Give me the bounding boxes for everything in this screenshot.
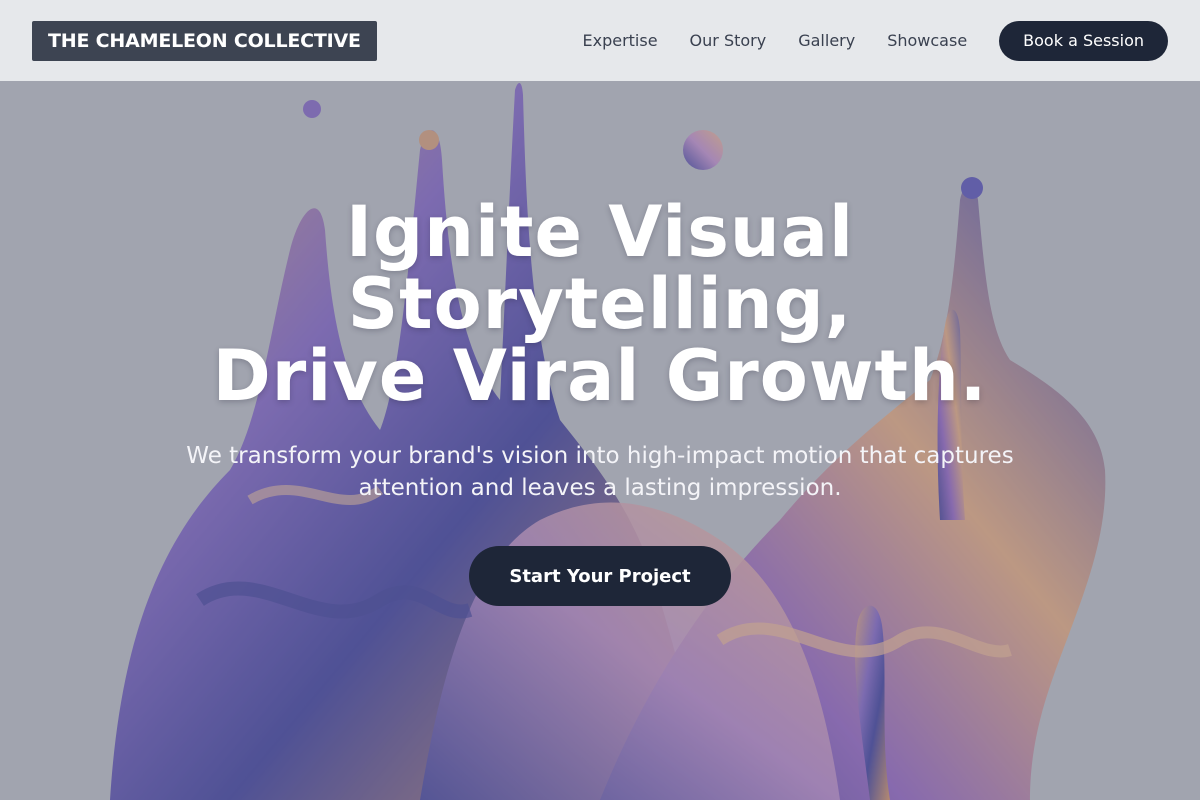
headline-line: Storytelling,: [347, 263, 853, 345]
nav-link-showcase[interactable]: Showcase: [887, 31, 967, 50]
headline-line: Drive Viral Growth.: [212, 335, 988, 417]
main-nav: Expertise Our Story Gallery Showcase Boo…: [582, 20, 1168, 61]
start-project-button[interactable]: Start Your Project: [469, 546, 731, 606]
nav-link-gallery[interactable]: Gallery: [798, 31, 855, 50]
hero-headline: Ignite Visual Storytelling, Drive Viral …: [213, 196, 988, 412]
nav-link-our-story[interactable]: Our Story: [690, 31, 767, 50]
headline-line: Ignite Visual: [346, 191, 854, 273]
site-logo[interactable]: THE CHAMELEON COLLECTIVE: [32, 20, 377, 61]
book-session-button[interactable]: Book a Session: [999, 20, 1168, 61]
site-header: THE CHAMELEON COLLECTIVE Expertise Our S…: [0, 0, 1200, 81]
hero-subtitle: We transform your brand's vision into hi…: [186, 443, 1014, 501]
nav-link-expertise[interactable]: Expertise: [582, 31, 657, 50]
landing-page: THE CHAMELEON COLLECTIVE Expertise Our S…: [0, 0, 1200, 800]
hero-section: Ignite Visual Storytelling, Drive Viral …: [0, 196, 1200, 606]
